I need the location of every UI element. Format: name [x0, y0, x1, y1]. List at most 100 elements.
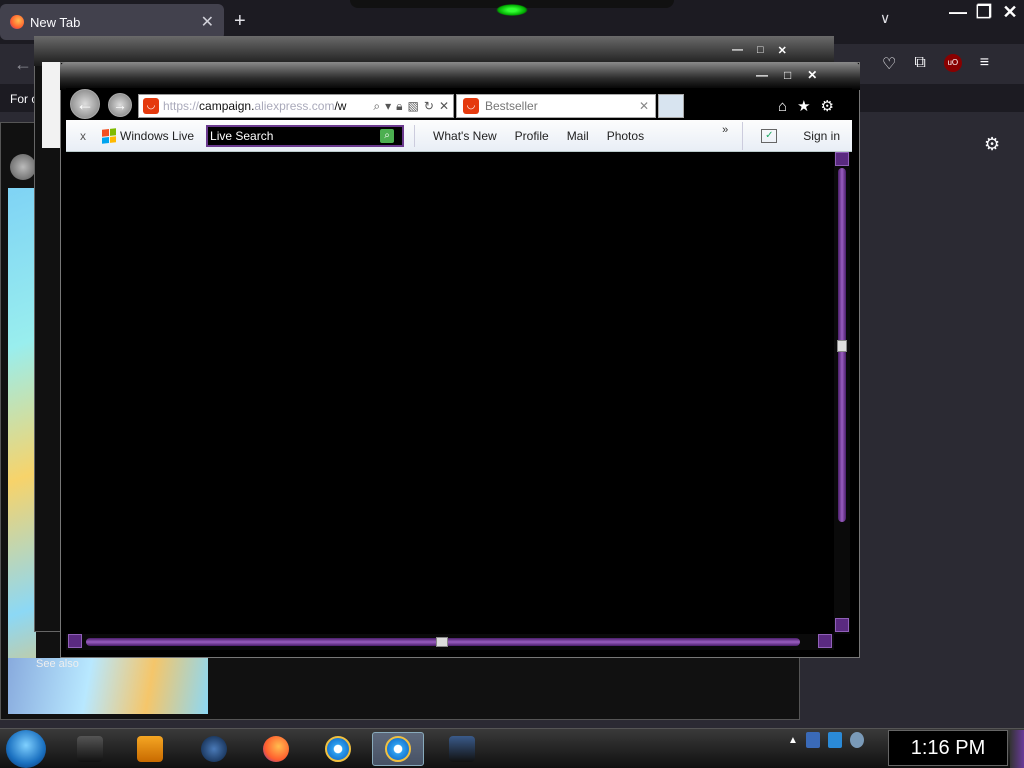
menu-icon[interactable]: ≡ [980, 54, 989, 74]
chevron-down-icon[interactable]: ∨ [880, 10, 890, 27]
forward-arrow-icon: → [113, 97, 127, 113]
taskbar-ie-active[interactable] [372, 732, 424, 766]
ie-tab-bestseller[interactable]: ◡ Bestseller ✕ [456, 94, 656, 118]
plus-icon[interactable]: + [234, 10, 246, 33]
back-button[interactable] [10, 154, 36, 180]
gear-icon[interactable]: ⚙ [984, 134, 1000, 155]
internet-explorer-icon [385, 736, 411, 762]
close-icon[interactable]: ✕ [778, 44, 787, 57]
toolbar-close-icon[interactable]: x [80, 129, 86, 143]
close-icon[interactable]: ✕ [1000, 2, 1020, 22]
restore-icon[interactable]: ❐ [974, 2, 994, 22]
ie-command-icons: ⌂ ★ ⚙ [768, 92, 850, 120]
refresh-icon[interactable]: ↻ [424, 99, 434, 114]
gear-icon[interactable]: ⚙ [821, 97, 834, 115]
internet-explorer-icon [325, 736, 351, 762]
close-icon[interactable]: ✕ [807, 68, 817, 82]
back-arrow-icon[interactable]: ← [14, 54, 32, 75]
ie-window-controls: — □ ✕ [756, 68, 817, 82]
volume-icon[interactable] [849, 732, 864, 748]
taskbar-network[interactable] [188, 732, 240, 766]
taskbar-remote-desktop[interactable] [436, 732, 488, 766]
live-search-input[interactable] [210, 128, 371, 143]
close-icon[interactable]: ✕ [639, 99, 649, 113]
vertical-scroll-thumb[interactable] [837, 340, 847, 352]
maximize-icon[interactable]: □ [757, 44, 764, 57]
network-globe-icon [201, 736, 227, 762]
link-mail[interactable]: Mail [567, 129, 589, 143]
wallpaper-artwork [8, 188, 36, 714]
url-path: /w [334, 99, 347, 113]
search-icon[interactable]: ⌕ [373, 99, 380, 114]
horizontal-scroll-thumb[interactable] [436, 637, 448, 647]
address-bar[interactable]: ◡ https://campaign.aliexpress.com/w ⌕ ▾ … [138, 94, 454, 118]
maximize-icon[interactable]: □ [784, 68, 791, 82]
tab-title: Bestseller [485, 99, 538, 113]
ublock-icon[interactable]: uO [943, 54, 962, 72]
windows-live-label: Windows Live [120, 128, 195, 143]
compatibility-icon[interactable]: ▧ [408, 99, 419, 114]
scroll-right-button[interactable] [818, 634, 832, 648]
scroll-down-button[interactable] [835, 618, 849, 632]
stop-icon[interactable]: ✕ [439, 99, 449, 114]
scroll-up-button[interactable] [835, 152, 849, 166]
extensions-icon[interactable]: ⧉ [914, 54, 925, 74]
middle-window-controls: — □ ✕ [732, 44, 787, 57]
remote-desktop-icon [449, 736, 475, 762]
toolbar-divider [742, 121, 744, 150]
home-icon[interactable]: ⌂ [778, 98, 787, 115]
network-icon[interactable] [827, 732, 842, 748]
minimize-icon[interactable]: — [732, 44, 743, 57]
link-profile[interactable]: Profile [515, 129, 549, 143]
close-icon[interactable]: ✕ [201, 12, 214, 32]
link-whats-new[interactable]: What's New [433, 129, 497, 143]
activity-indicator [496, 4, 528, 16]
checklist-icon[interactable]: ✓ [761, 128, 778, 143]
taskbar-media-player[interactable] [124, 732, 176, 766]
lock-icon[interactable]: 🔒︎ [396, 99, 402, 114]
address-tools: ⌕ ▾ 🔒︎ ▧ ↻ ✕ [373, 99, 453, 114]
minimize-icon[interactable]: — [756, 68, 768, 82]
taskbar-firefox[interactable] [250, 732, 302, 766]
windows-media-player-icon [137, 736, 163, 762]
see-also-label: See also [36, 658, 79, 670]
favorites-star-icon[interactable]: ★ [797, 97, 810, 115]
aliexpress-favicon: ◡ [463, 98, 479, 114]
taskbar-ie[interactable] [312, 732, 364, 766]
taskbar-media-center[interactable] [64, 732, 116, 766]
windows-flag-icon [102, 127, 116, 144]
firefox-icon [10, 15, 24, 29]
firefox-tab-new-tab[interactable]: New Tab ✕ [0, 4, 224, 40]
toolbar-divider [414, 124, 416, 147]
sign-in-link[interactable]: Sign in [803, 129, 840, 143]
live-search-box: ⌕ [206, 124, 405, 147]
start-orb[interactable] [6, 730, 46, 768]
toolbar-overflow-chevron[interactable]: » [722, 124, 728, 136]
middle-window-content [42, 62, 62, 148]
back-button[interactable]: ← [70, 89, 100, 119]
taskbar-clock[interactable]: 1:16 PM [888, 730, 1008, 766]
minimize-icon[interactable]: — [948, 2, 968, 22]
firefox-window-controls: — ❐ ✕ [948, 2, 1020, 22]
url-text[interactable]: https://campaign.aliexpress.com/w [163, 99, 346, 113]
dropdown-icon[interactable]: ▾ [385, 99, 391, 114]
firefox-icon [263, 736, 289, 762]
system-tray: ▲ [788, 732, 864, 748]
tab-title: New Tab [30, 14, 81, 30]
url-domain: aliexpress.com [254, 99, 335, 113]
link-photos[interactable]: Photos [607, 129, 644, 143]
ie-titlebar [60, 62, 860, 90]
pocket-icon[interactable]: ♡ [882, 54, 896, 74]
windows-live-button[interactable]: Windows Live [102, 127, 195, 144]
media-center-icon [77, 736, 103, 762]
tray-expand-icon[interactable]: ▲ [788, 735, 798, 746]
scroll-left-button[interactable] [68, 634, 82, 648]
shield-icon[interactable] [805, 732, 820, 748]
url-host: campaign. [199, 99, 255, 113]
search-icon[interactable]: ⌕ [380, 128, 395, 143]
new-tab-button[interactable] [658, 94, 684, 118]
forward-button[interactable]: → [108, 93, 132, 117]
show-desktop-button[interactable] [1010, 730, 1024, 768]
aliexpress-favicon: ◡ [143, 98, 159, 114]
windows-live-toolbar: x Windows Live ⌕ What's New Profile Mail… [66, 120, 852, 152]
